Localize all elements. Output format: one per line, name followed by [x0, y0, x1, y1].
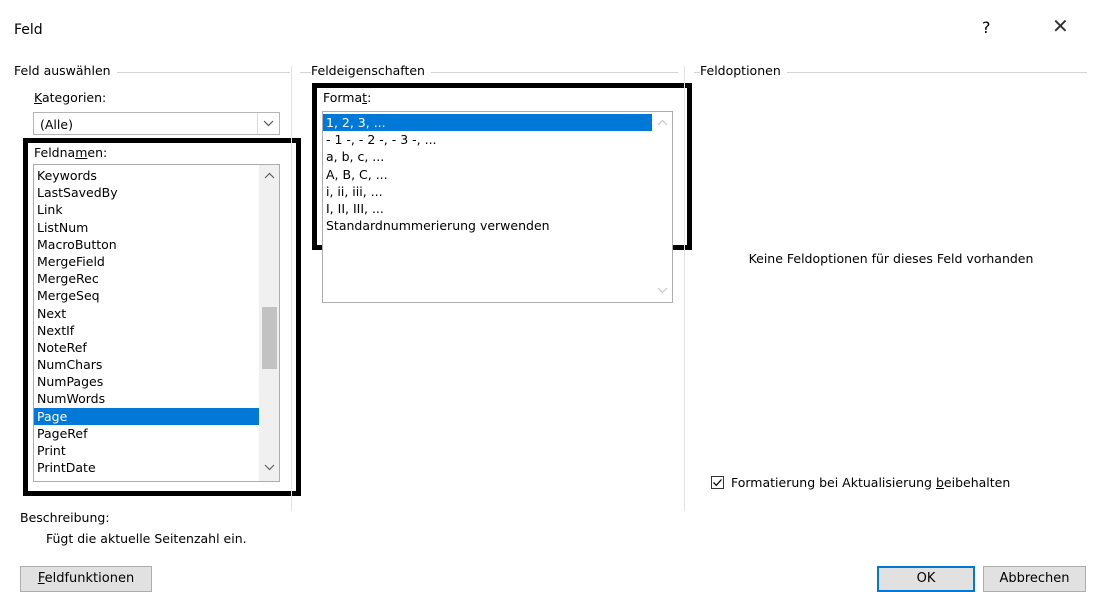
- preserve-formatting-label[interactable]: Formatierung bei Aktualisierung beibehal…: [731, 475, 1010, 490]
- format-label: Format:: [323, 90, 372, 105]
- help-button[interactable]: ?: [982, 18, 991, 37]
- field-names-label: Feldnamen:: [34, 145, 108, 160]
- format-scroll-up-icon: [652, 118, 672, 129]
- field-name-item[interactable]: Print: [34, 442, 260, 459]
- format-list: 1, 2, 3, ... - 1 -, - 2 -, - 3 -, ... a, b…: [323, 114, 653, 234]
- ok-button[interactable]: OK: [877, 566, 975, 592]
- format-item[interactable]: 1, 2, 3, ...: [323, 114, 653, 132]
- format-item[interactable]: - 1 -, - 2 -, - 3 -, ...: [323, 131, 653, 148]
- field-names-listbox[interactable]: Keywords LastSavedBy Link ListNum MacroButto…: [33, 164, 280, 482]
- field-name-item[interactable]: NumPages: [34, 373, 260, 390]
- categories-value: (Alle): [40, 117, 73, 132]
- field-name-item[interactable]: Next: [34, 305, 260, 322]
- categories-combobox[interactable]: (Alle): [33, 112, 280, 135]
- field-name-item[interactable]: NextIf: [34, 322, 260, 339]
- group-title-field-properties: Feldeigenschaften: [311, 63, 431, 78]
- field-name-item[interactable]: Page: [34, 407, 260, 425]
- group-title-field-options: Feldoptionen: [700, 63, 787, 78]
- field-names-scroll-thumb[interactable]: [262, 307, 277, 369]
- field-name-item[interactable]: MergeField: [34, 253, 260, 270]
- format-scroll-down-icon: [652, 286, 672, 297]
- categories-label: Kategorien:: [34, 90, 107, 105]
- format-item[interactable]: Standardnummerierung verwenden: [323, 217, 653, 234]
- format-item[interactable]: i, ii, iii, ...: [323, 183, 653, 200]
- field-name-item[interactable]: NoteRef: [34, 339, 260, 356]
- field-name-item[interactable]: MacroButton: [34, 236, 260, 253]
- field-name-item[interactable]: NumChars: [34, 356, 260, 373]
- description-label: Beschreibung:: [20, 510, 110, 525]
- field-name-item[interactable]: LastSavedBy: [34, 184, 260, 201]
- dialog-titlebar: [0, 0, 1093, 50]
- cancel-button[interactable]: Abbrechen: [983, 566, 1086, 592]
- dialog-title: Feld: [14, 22, 43, 38]
- format-scrollbar: [652, 112, 672, 302]
- field-name-item[interactable]: MergeSeq: [34, 287, 260, 304]
- field-name-item[interactable]: Link: [34, 201, 260, 218]
- field-name-item[interactable]: PrintDate: [34, 459, 260, 476]
- group-title-field-select: Feld auswählen: [14, 63, 117, 78]
- no-field-options-message: Keine Feldoptionen für dieses Feld vorha…: [748, 251, 1034, 266]
- scroll-up-icon[interactable]: [259, 171, 279, 182]
- separator-right: [684, 66, 685, 511]
- description-text: Fügt die aktuelle Seitenzahl ein.: [46, 531, 247, 546]
- chevron-down-icon[interactable]: [257, 113, 279, 134]
- field-name-item[interactable]: ListNum: [34, 219, 260, 236]
- field-name-item[interactable]: PageRef: [34, 425, 260, 442]
- field-names-list: Keywords LastSavedBy Link ListNum MacroButto…: [34, 167, 260, 476]
- format-item[interactable]: a, b, c, ...: [323, 148, 653, 165]
- field-name-item[interactable]: NumWords: [34, 390, 260, 407]
- field-codes-button[interactable]: Feldfunktionen: [20, 566, 152, 592]
- field-name-item[interactable]: Keywords: [34, 167, 260, 184]
- scroll-down-icon[interactable]: [259, 463, 279, 474]
- field-names-scrollbar[interactable]: [259, 165, 279, 481]
- separator-left: [291, 66, 292, 511]
- format-listbox[interactable]: 1, 2, 3, ... - 1 -, - 2 -, - 3 -, ... a, b…: [322, 111, 673, 303]
- preserve-formatting-checkbox[interactable]: [711, 476, 724, 489]
- format-item[interactable]: A, B, C, ...: [323, 166, 653, 183]
- close-icon[interactable]: ✕: [1052, 14, 1069, 38]
- format-item[interactable]: I, II, III, ...: [323, 200, 653, 217]
- field-name-item[interactable]: MergeRec: [34, 270, 260, 287]
